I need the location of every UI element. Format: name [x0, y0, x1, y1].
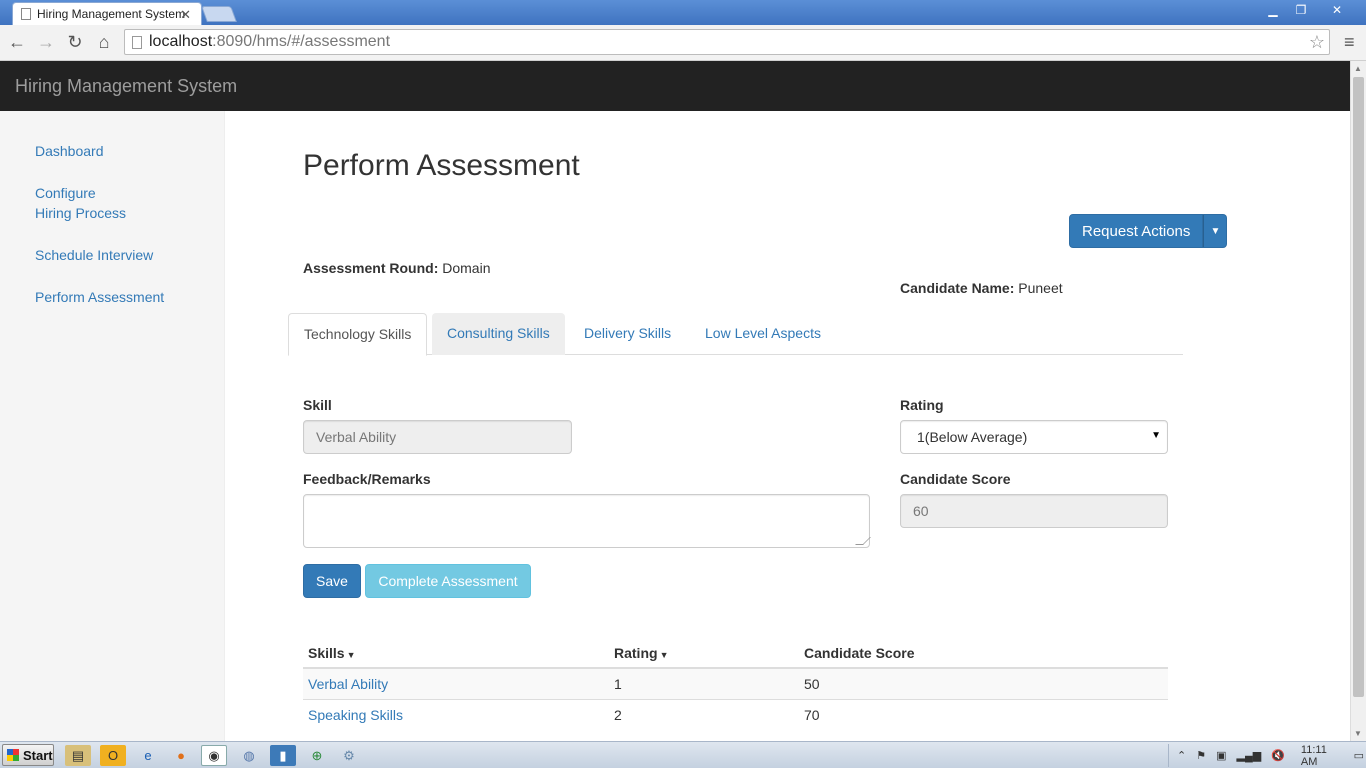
os-taskbar: Start ▤ O e ● ◉ ◍ ▮ ⊕ ⚙ ⌃ ⚑ ▣ ▂▄▆ 🔇 11:1…	[0, 741, 1366, 768]
url-path: :8090/hms/#/assessment	[212, 33, 391, 50]
chrome-icon[interactable]: ◉	[201, 745, 227, 766]
candidate-name-value: Puneet	[1018, 280, 1063, 296]
scroll-up-icon[interactable]: ▲	[1354, 64, 1362, 73]
page-title: Perform Assessment	[303, 149, 580, 182]
back-icon[interactable]: ←	[6, 31, 28, 53]
sidebar-item-dashboard[interactable]: Dashboard	[0, 141, 224, 161]
browser-menu-icon[interactable]: ≡	[1344, 33, 1360, 51]
network-app-icon[interactable]: ⊕	[304, 745, 330, 766]
app-icon[interactable]: ◍	[236, 745, 262, 766]
table-row: Verbal Ability 1 50	[303, 667, 1168, 700]
browser-toolbar: ← → ↻ ⌂ localhost:8090/hms/#/assessment …	[0, 25, 1366, 61]
system-tray: ⌃ ⚑ ▣ ▂▄▆ 🔇 11:11 AM ▭	[1168, 744, 1364, 768]
tab-low-level-aspects[interactable]: Low Level Aspects	[690, 313, 836, 355]
browser-tab[interactable]: Hiring Management System ✕	[12, 2, 202, 25]
signal-icon[interactable]: ▂▄▆	[1237, 749, 1262, 762]
tab-technology-skills[interactable]: Technology Skills	[288, 313, 428, 356]
sort-caret-icon: ▼	[659, 650, 669, 660]
assessment-round: Assessment Round: Domain	[303, 260, 491, 276]
sidebar-item-configure-hiring-process[interactable]: Configure Hiring Process	[0, 183, 170, 223]
complete-assessment-button[interactable]: Complete Assessment	[365, 564, 531, 598]
tab-consulting-skills[interactable]: Consulting Skills	[432, 313, 565, 355]
new-tab-button[interactable]	[201, 6, 237, 22]
skill-cell-link[interactable]: Verbal Ability	[303, 667, 609, 700]
skill-cell-link[interactable]: Speaking Skills	[303, 699, 609, 730]
flag-icon[interactable]: ⚑	[1196, 749, 1206, 762]
sidebar-item-schedule-interview[interactable]: Schedule Interview	[0, 245, 224, 265]
windows-logo-icon	[7, 749, 19, 761]
tab-delivery-skills[interactable]: Delivery Skills	[569, 313, 686, 355]
file-explorer-icon[interactable]: ▤	[65, 745, 91, 766]
rating-selected-value: 1(Below Average)	[917, 429, 1028, 445]
page-icon	[132, 36, 142, 49]
request-actions-group: Request Actions ▼	[1069, 214, 1228, 248]
skill-tabs: Technology Skills Consulting Skills Deli…	[288, 313, 1183, 356]
window-close-icon[interactable]: ✕	[1316, 2, 1358, 19]
feedback-textarea[interactable]	[303, 494, 871, 548]
tray-expand-icon[interactable]: ⌃	[1177, 749, 1186, 762]
rating-label: Rating	[900, 397, 944, 413]
window-titlebar: Hiring Management System ✕ ▁ ❐ ✕	[0, 0, 1366, 25]
clock[interactable]: 11:11 AM	[1301, 744, 1344, 768]
home-icon[interactable]: ⌂	[93, 31, 115, 53]
vertical-scrollbar[interactable]: ▲ ▼	[1350, 61, 1366, 741]
scroll-thumb[interactable]	[1353, 77, 1364, 697]
candidate-name: Candidate Name: Puneet	[900, 280, 1063, 296]
minimize-icon[interactable]: ▁	[1260, 2, 1286, 19]
bookmark-star-icon[interactable]: ☆	[1309, 32, 1325, 53]
outlook-icon[interactable]: O	[100, 745, 126, 766]
request-actions-caret-icon[interactable]: ▼	[1203, 214, 1228, 248]
score-cell: 50	[799, 667, 1168, 700]
sidebar: Dashboard Configure Hiring Process Sched…	[0, 111, 225, 741]
restore-icon[interactable]: ❐	[1288, 2, 1314, 19]
firefox-icon[interactable]: ●	[168, 745, 194, 766]
scroll-down-icon[interactable]: ▼	[1354, 729, 1362, 738]
skills-table: Skills ▼ Rating ▼ Candidate Score Verbal A…	[303, 639, 1168, 730]
candidate-name-label: Candidate Name:	[900, 280, 1015, 296]
tool-app-icon[interactable]: ⚙	[336, 745, 362, 766]
feedback-label: Feedback/Remarks	[303, 471, 431, 487]
document-app-icon[interactable]: ▮	[270, 745, 296, 766]
select-arrow-icon: ▼	[1151, 430, 1161, 441]
monitor-icon[interactable]: ▭	[1354, 749, 1364, 762]
assessment-round-value: Domain	[442, 260, 491, 276]
candidate-score-label: Candidate Score	[900, 471, 1011, 487]
table-row: Speaking Skills 2 70	[303, 699, 1168, 730]
rating-cell: 1	[609, 667, 799, 700]
column-header-candidate-score: Candidate Score	[799, 639, 1168, 669]
app-navbar: Hiring Management System	[0, 61, 1350, 111]
page-icon	[21, 8, 31, 20]
internet-explorer-icon[interactable]: e	[135, 745, 161, 766]
candidate-score-input[interactable]: 60	[900, 494, 1168, 528]
reload-icon[interactable]: ↻	[64, 31, 86, 53]
score-cell: 70	[799, 699, 1168, 730]
skill-label: Skill	[303, 397, 332, 413]
rating-cell: 2	[609, 699, 799, 730]
forward-icon[interactable]: →	[35, 31, 57, 53]
main-content: Perform Assessment Request Actions ▼ Ass…	[225, 111, 1350, 741]
tab-close-icon[interactable]: ✕	[180, 7, 191, 23]
address-bar[interactable]: localhost:8090/hms/#/assessment ☆	[124, 29, 1330, 55]
resize-grip-icon[interactable]	[855, 537, 871, 545]
volume-icon[interactable]: 🔇	[1271, 749, 1285, 762]
request-actions-button[interactable]: Request Actions	[1069, 214, 1204, 248]
sort-caret-icon: ▼	[346, 650, 356, 660]
column-header-skills[interactable]: Skills ▼	[303, 639, 609, 669]
column-header-rating[interactable]: Rating ▼	[609, 639, 799, 669]
rating-select[interactable]: 1(Below Average) ▼	[900, 420, 1168, 454]
app-brand[interactable]: Hiring Management System	[15, 76, 237, 97]
browser-tab-title: Hiring Management System	[37, 7, 186, 21]
url-host: localhost	[149, 33, 213, 50]
assessment-round-label: Assessment Round:	[303, 260, 439, 276]
skill-input[interactable]: Verbal Ability	[303, 420, 572, 454]
sidebar-item-perform-assessment[interactable]: Perform Assessment	[0, 287, 224, 307]
start-button[interactable]: Start	[2, 744, 54, 766]
save-button[interactable]: Save	[303, 564, 361, 598]
start-label: Start	[23, 747, 53, 763]
power-icon[interactable]: ▣	[1216, 749, 1226, 762]
